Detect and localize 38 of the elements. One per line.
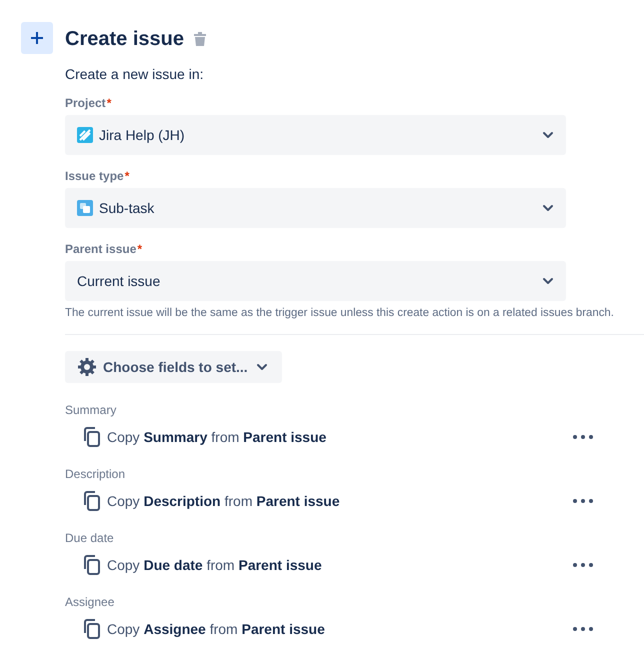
- more-icon: [573, 499, 593, 503]
- required-mark: *: [137, 242, 142, 256]
- select-field[interactable]: Sub-task: [65, 188, 566, 228]
- more-button[interactable]: [571, 561, 595, 569]
- field-label: Parent issue: [65, 242, 136, 256]
- field-label: Assignee: [65, 595, 116, 609]
- field-label: Project: [65, 96, 106, 110]
- select-field[interactable]: Jira Help (JH): [65, 115, 566, 155]
- more-icon: [573, 627, 593, 631]
- panel-title: Create issue: [65, 28, 184, 50]
- copy-rule-text: Copy Due date from Parent issue: [107, 557, 323, 573]
- more-button[interactable]: [571, 625, 595, 633]
- field-label: Summary: [65, 403, 118, 417]
- more-icon: [573, 435, 593, 439]
- copy-icon: [83, 427, 101, 447]
- subtask-icon: [77, 200, 93, 216]
- field-label: Due date: [65, 531, 115, 545]
- required-mark: *: [124, 169, 130, 183]
- add-button[interactable]: [21, 22, 53, 54]
- copy-rule-text: Copy Summary from Parent issue: [107, 429, 328, 445]
- field-label: Description: [65, 467, 126, 481]
- copy-icon: [83, 491, 101, 511]
- intro-text: Create a new issue in:: [65, 66, 205, 82]
- field-label: Issue type: [65, 169, 124, 183]
- copy-icon: [83, 555, 101, 575]
- helper-text: The current issue will be the same as the trigger issue unless this create action is on a related issues branch.: [65, 307, 615, 319]
- project-icon: [77, 127, 93, 143]
- copy-icon: [83, 619, 101, 639]
- plus-icon: [30, 31, 44, 45]
- more-button[interactable]: [571, 433, 595, 441]
- more-icon: [573, 563, 593, 567]
- copy-rule-text: Copy Assignee from Parent issue: [107, 621, 326, 637]
- gear-icon: [77, 357, 97, 377]
- required-mark: *: [106, 96, 112, 110]
- copy-rule-text: Copy Description from Parent issue: [107, 493, 341, 509]
- more-button[interactable]: [571, 497, 595, 505]
- select-field[interactable]: Current issue: [65, 261, 566, 301]
- choose-fields-button[interactable]: Choose fields to set...: [65, 351, 282, 383]
